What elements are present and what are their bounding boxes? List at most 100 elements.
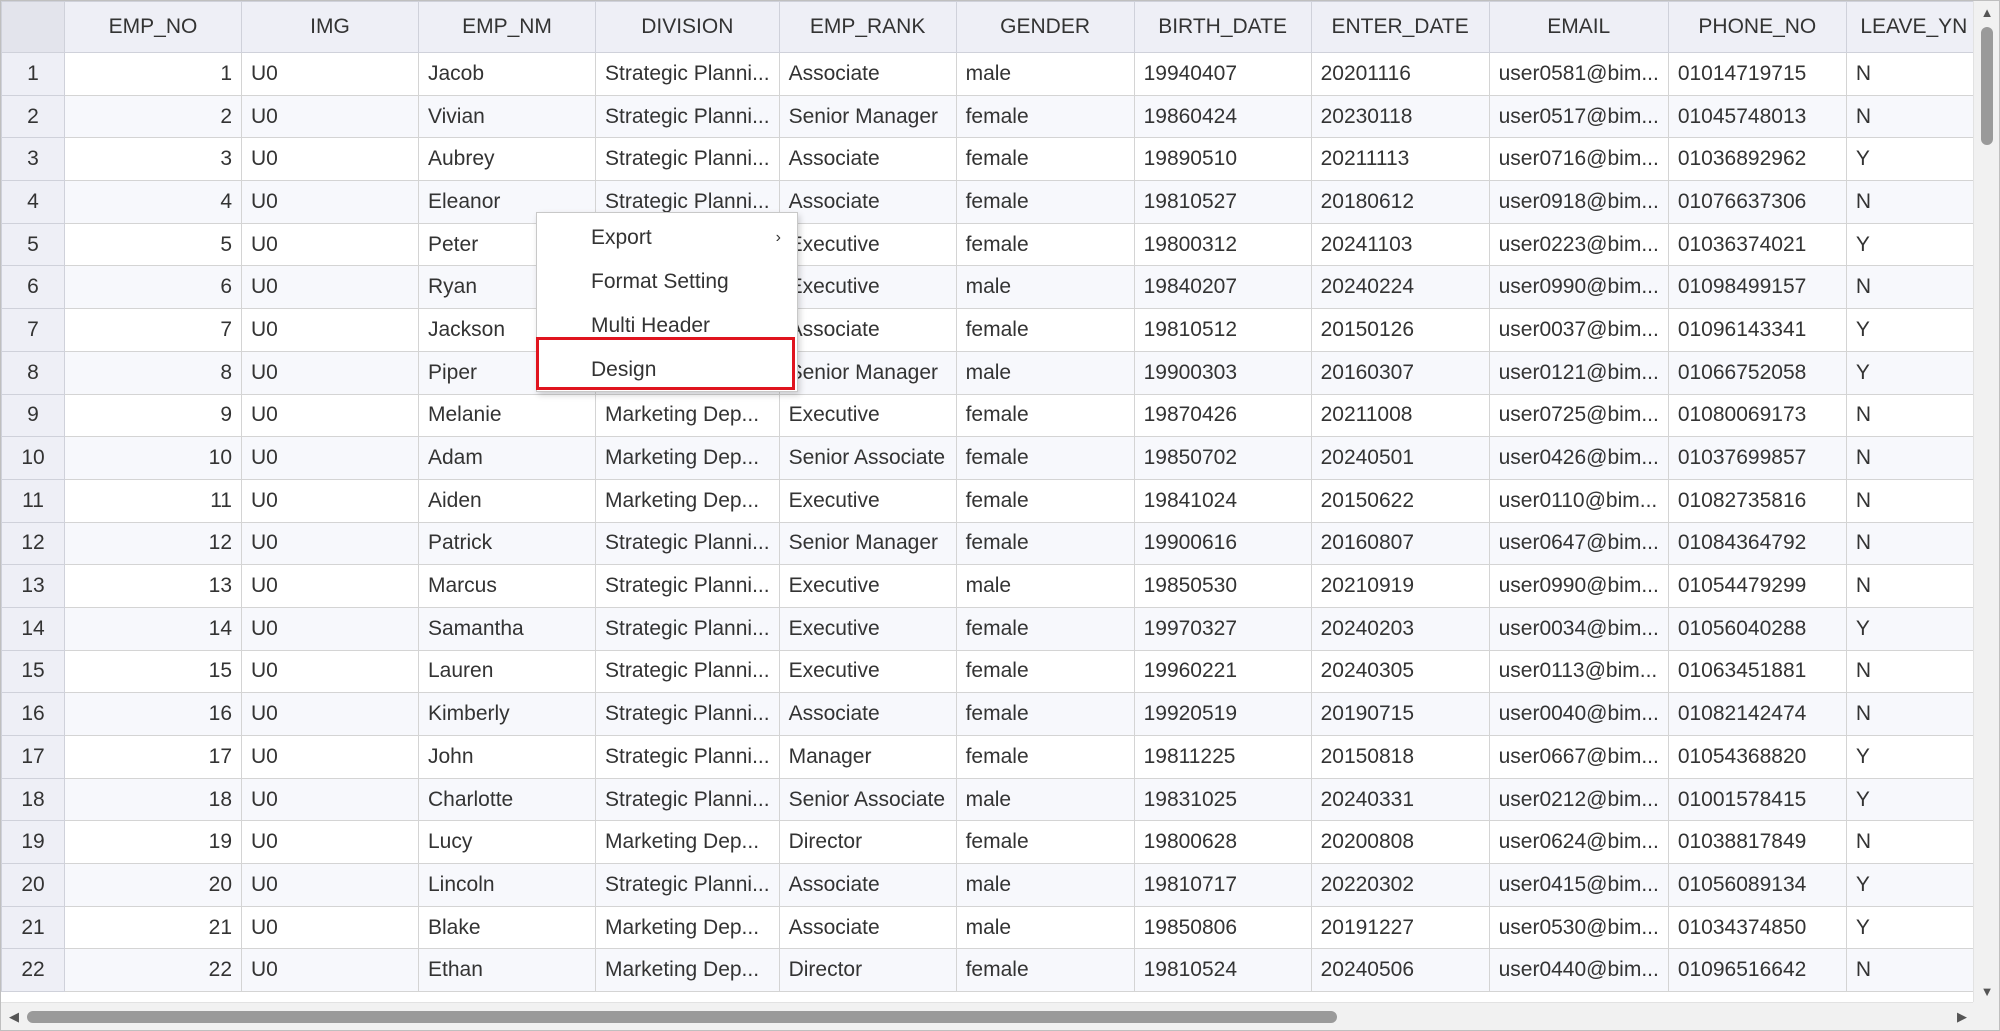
cell-img[interactable]: U0 [241, 649, 419, 694]
cell-division[interactable]: Marketing Dep... [595, 393, 780, 438]
cell-division[interactable]: Strategic Planni... [595, 606, 780, 651]
cell-emp-no[interactable]: 11 [64, 478, 242, 523]
row-number-cell[interactable]: 3 [1, 137, 65, 182]
cell-emp-rank[interactable]: Associate [778, 180, 957, 224]
cell-enter-date[interactable]: 20240331 [1310, 777, 1490, 822]
cell-phone-no[interactable]: 01082735816 [1667, 478, 1847, 523]
table-row[interactable]: 14 14 U0 Samantha Strategic Planni... Executi… [1, 606, 1982, 651]
cell-img[interactable]: U0 [241, 350, 419, 395]
cell-leave-yn[interactable]: Y [1845, 350, 1982, 395]
cell-emp-rank[interactable]: Senior Manager [778, 521, 957, 566]
row-number-cell[interactable]: 17 [1, 735, 65, 779]
scroll-right-arrow-icon[interactable]: ▶ [1949, 1003, 1975, 1030]
cell-birth-date[interactable]: 19940407 [1133, 52, 1312, 96]
cell-phone-no[interactable]: 01038817849 [1667, 820, 1847, 865]
cell-emp-rank[interactable]: Executive [778, 265, 957, 310]
row-number-cell[interactable]: 6 [1, 265, 65, 310]
cell-emp-rank[interactable]: Director [778, 948, 957, 993]
cell-birth-date[interactable]: 19810717 [1133, 863, 1312, 907]
cell-birth-date[interactable]: 19850530 [1133, 564, 1312, 608]
cell-emp-no[interactable]: 7 [64, 308, 242, 352]
row-number-cell[interactable]: 21 [1, 905, 65, 950]
cell-leave-yn[interactable]: Y [1845, 905, 1982, 950]
cell-phone-no[interactable]: 01096516642 [1667, 948, 1847, 993]
cell-division[interactable]: Strategic Planni... [595, 777, 780, 822]
menu-item-design[interactable]: Design [537, 349, 797, 391]
cell-leave-yn[interactable]: N [1845, 94, 1982, 139]
cell-gender[interactable]: female [955, 436, 1135, 480]
cell-email[interactable]: user0667@bim... [1488, 735, 1669, 779]
cell-birth-date[interactable]: 19811225 [1133, 735, 1312, 779]
row-number-cell[interactable]: 10 [1, 436, 65, 480]
cell-img[interactable]: U0 [241, 692, 419, 736]
cell-enter-date[interactable]: 20241103 [1310, 222, 1490, 267]
column-header-enter-date[interactable]: ENTER_DATE [1310, 1, 1490, 53]
column-header-gender[interactable]: GENDER [955, 1, 1135, 53]
cell-division[interactable]: Strategic Planni... [595, 137, 780, 182]
cell-img[interactable]: U0 [241, 265, 419, 310]
cell-gender[interactable]: female [955, 820, 1135, 865]
cell-email[interactable]: user0990@bim... [1488, 564, 1669, 608]
cell-phone-no[interactable]: 01096143341 [1667, 308, 1847, 352]
cell-emp-no[interactable]: 12 [64, 521, 242, 566]
cell-leave-yn[interactable]: Y [1845, 606, 1982, 651]
cell-enter-date[interactable]: 20230118 [1310, 94, 1490, 139]
cell-birth-date[interactable]: 19920519 [1133, 692, 1312, 736]
cell-emp-rank[interactable]: Manager [778, 735, 957, 779]
cell-email[interactable]: user0517@bim... [1488, 94, 1669, 139]
cell-emp-no[interactable]: 6 [64, 265, 242, 310]
cell-phone-no[interactable]: 01036374021 [1667, 222, 1847, 267]
cell-emp-no[interactable]: 18 [64, 777, 242, 822]
cell-birth-date[interactable]: 19850702 [1133, 436, 1312, 480]
cell-emp-no[interactable]: 8 [64, 350, 242, 395]
cell-emp-nm[interactable]: Kimberly [418, 692, 596, 736]
cell-division[interactable]: Strategic Planni... [595, 564, 780, 608]
cell-phone-no[interactable]: 01034374850 [1667, 905, 1847, 950]
cell-emp-no[interactable]: 22 [64, 948, 242, 993]
table-row[interactable]: 13 13 U0 Marcus Strategic Planni... Executive… [1, 564, 1982, 608]
cell-emp-rank[interactable]: Executive [778, 478, 957, 523]
table-row[interactable]: 1 1 U0 Jacob Strategic Planni... Associate mal… [1, 52, 1982, 96]
cell-gender[interactable]: female [955, 606, 1135, 651]
vertical-scroll-thumb[interactable] [1981, 27, 1993, 145]
table-row[interactable]: 22 22 U0 Ethan Marketing Dep... Director femal… [1, 948, 1982, 993]
cell-phone-no[interactable]: 01098499157 [1667, 265, 1847, 310]
table-row[interactable]: 11 11 U0 Aiden Marketing Dep... Executive fema… [1, 478, 1982, 523]
cell-gender[interactable]: male [955, 52, 1135, 96]
cell-email[interactable]: user0725@bim... [1488, 393, 1669, 438]
cell-phone-no[interactable]: 01080069173 [1667, 393, 1847, 438]
cell-emp-rank[interactable]: Executive [778, 222, 957, 267]
cell-email[interactable]: user0212@bim... [1488, 777, 1669, 822]
cell-leave-yn[interactable]: Y [1845, 222, 1982, 267]
cell-img[interactable]: U0 [241, 905, 419, 950]
menu-item-format-setting[interactable]: Format Setting [537, 261, 797, 303]
cell-division[interactable]: Strategic Planni... [595, 52, 780, 96]
row-number-cell[interactable]: 13 [1, 564, 65, 608]
cell-leave-yn[interactable]: N [1845, 692, 1982, 736]
cell-img[interactable]: U0 [241, 948, 419, 993]
cell-phone-no[interactable]: 01076637306 [1667, 180, 1847, 224]
cell-enter-date[interactable]: 20240203 [1310, 606, 1490, 651]
cell-gender[interactable]: female [955, 735, 1135, 779]
row-number-cell[interactable]: 7 [1, 308, 65, 352]
cell-gender[interactable]: female [955, 692, 1135, 736]
cell-emp-nm[interactable]: Marcus [418, 564, 596, 608]
cell-emp-rank[interactable]: Associate [778, 863, 957, 907]
cell-leave-yn[interactable]: N [1845, 265, 1982, 310]
cell-division[interactable]: Strategic Planni... [595, 649, 780, 694]
cell-birth-date[interactable]: 19850806 [1133, 905, 1312, 950]
cell-emp-nm[interactable]: Adam [418, 436, 596, 480]
table-row[interactable]: 15 15 U0 Lauren Strategic Planni... Executive… [1, 649, 1982, 694]
row-number-cell[interactable]: 16 [1, 692, 65, 736]
cell-phone-no[interactable]: 01045748013 [1667, 94, 1847, 139]
cell-emp-no[interactable]: 13 [64, 564, 242, 608]
cell-leave-yn[interactable]: N [1845, 180, 1982, 224]
table-row[interactable]: 55U0PeterStrategic Planni...Executivefem… [1, 222, 1982, 267]
cell-email[interactable]: user0113@bim... [1488, 649, 1669, 694]
cell-img[interactable]: U0 [241, 180, 419, 224]
cell-birth-date[interactable]: 19870426 [1133, 393, 1312, 438]
cell-gender[interactable]: female [955, 478, 1135, 523]
column-header-email[interactable]: EMAIL [1488, 1, 1669, 53]
cell-img[interactable]: U0 [241, 436, 419, 480]
cell-email[interactable]: user0034@bim... [1488, 606, 1669, 651]
